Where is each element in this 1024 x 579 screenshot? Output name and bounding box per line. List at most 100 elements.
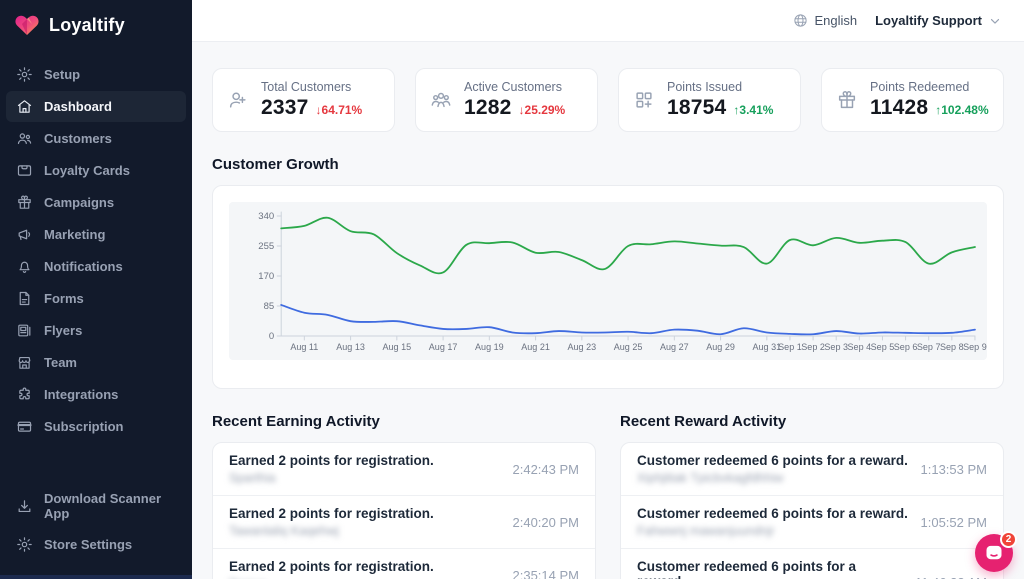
sidebar-item-label: Team xyxy=(44,355,77,370)
sidebar: Loyaltify Setup Dashboard Customers Loya… xyxy=(0,0,192,579)
bell-icon xyxy=(16,258,33,275)
gift-icon xyxy=(16,194,33,211)
document-icon xyxy=(16,290,33,307)
chat-widget-button[interactable]: 2 xyxy=(975,534,1013,572)
svg-text:Sep 6: Sep 6 xyxy=(894,342,918,352)
activity-section: Recent Earning Activity Earned 2 points … xyxy=(212,413,1004,579)
main-area: English Loyaltify Support Total Customer… xyxy=(192,0,1024,579)
activity-text: Customer redeemed 6 points for a reward. xyxy=(637,506,908,521)
stat-delta: ↓25.29% xyxy=(519,103,566,117)
sidebar-footer: Download Scanner App Store Settings xyxy=(0,480,192,575)
storefront-icon xyxy=(16,354,33,371)
sidebar-item-label: Setup xyxy=(44,67,80,82)
reward-activity-list: Customer redeemed 6 points for a reward.… xyxy=(620,442,1004,579)
svg-text:Aug 17: Aug 17 xyxy=(429,342,458,352)
sidebar-spacer xyxy=(0,447,192,480)
card-icon xyxy=(16,162,33,179)
svg-text:Aug 23: Aug 23 xyxy=(568,342,597,352)
recent-earning-title: Recent Earning Activity xyxy=(212,413,596,430)
list-item: Customer redeemed 6 points for a reward.… xyxy=(621,443,1003,496)
sidebar-item-setup[interactable]: Setup xyxy=(6,59,186,90)
sidebar-item-subscription[interactable]: Subscription xyxy=(6,411,186,442)
brand-name: Loyaltify xyxy=(49,15,125,36)
sidebar-item-label: Store Settings xyxy=(44,537,132,552)
activity-text: Customer redeemed 6 points for a reward. xyxy=(637,559,903,579)
customer-growth-line-chart: 085170255340Aug 11Aug 13Aug 15Aug 17Aug … xyxy=(229,202,987,360)
language-selector[interactable]: English xyxy=(793,13,857,28)
chevron-down-icon xyxy=(988,14,1002,28)
list-item: Customer redeemed 6 points for a reward.… xyxy=(621,496,1003,549)
sidebar-item-marketing[interactable]: Marketing xyxy=(6,219,186,250)
line-chart-svg: 085170255340Aug 11Aug 13Aug 15Aug 17Aug … xyxy=(229,202,987,360)
svg-text:Aug 31: Aug 31 xyxy=(753,342,782,352)
sidebar-item-forms[interactable]: Forms xyxy=(6,283,186,314)
loyaltify-heart-logo-icon xyxy=(14,13,40,37)
svg-text:Aug 19: Aug 19 xyxy=(475,342,504,352)
svg-text:Sep 8: Sep 8 xyxy=(940,342,964,352)
sidebar-item-campaigns[interactable]: Campaigns xyxy=(6,187,186,218)
stat-card-total-customers: Total Customers 2337 ↓64.71% xyxy=(212,68,395,132)
activity-text: Earned 2 points for registration. xyxy=(229,559,434,574)
svg-text:85: 85 xyxy=(264,301,275,312)
dashboard-content: Total Customers 2337 ↓64.71% Active Cust… xyxy=(192,42,1024,579)
top-header: English Loyaltify Support xyxy=(192,0,1024,42)
flyer-icon xyxy=(16,322,33,339)
account-menu[interactable]: Loyaltify Support xyxy=(875,13,1002,28)
activity-timestamp: 1:05:52 PM xyxy=(921,515,988,530)
home-icon xyxy=(16,98,33,115)
stat-delta: ↑102.48% xyxy=(935,103,988,117)
squares-plus-icon xyxy=(633,89,655,111)
customer-growth-title: Customer Growth xyxy=(212,156,1004,173)
gear-icon xyxy=(16,66,33,83)
svg-text:Sep 7: Sep 7 xyxy=(917,342,941,352)
puzzle-icon xyxy=(16,386,33,403)
stat-card-points-issued: Points Issued 18754 ↑3.41% xyxy=(618,68,801,132)
svg-text:Aug 21: Aug 21 xyxy=(521,342,550,352)
customer-name-redacted: Fahwwnj mawanjuundnjr xyxy=(637,524,908,538)
activity-timestamp: 1:13:53 PM xyxy=(921,462,988,477)
sidebar-item-label: Marketing xyxy=(44,227,105,242)
svg-text:Aug 25: Aug 25 xyxy=(614,342,643,352)
gift-icon xyxy=(836,89,858,111)
stats-row: Total Customers 2337 ↓64.71% Active Cust… xyxy=(212,68,1004,132)
sidebar-item-label: Loyalty Cards xyxy=(44,163,130,178)
svg-text:Aug 13: Aug 13 xyxy=(336,342,365,352)
sidebar-item-label: Integrations xyxy=(44,387,118,402)
sidebar-item-label: Campaigns xyxy=(44,195,114,210)
chat-icon xyxy=(984,543,1004,563)
customer-growth-chart-card: 085170255340Aug 11Aug 13Aug 15Aug 17Aug … xyxy=(212,185,1004,389)
sidebar-item-team[interactable]: Team xyxy=(6,347,186,378)
svg-text:Sep 2: Sep 2 xyxy=(801,342,825,352)
globe-icon xyxy=(793,13,808,28)
sidebar-item-loyalty-cards[interactable]: Loyalty Cards xyxy=(6,155,186,186)
users-icon xyxy=(16,130,33,147)
sidebar-item-label: Customers xyxy=(44,131,112,146)
stat-delta: ↓64.71% xyxy=(316,103,363,117)
sidebar-item-store-settings[interactable]: Store Settings xyxy=(6,529,186,560)
sidebar-item-dashboard[interactable]: Dashboard xyxy=(6,91,186,122)
sidebar-item-flyers[interactable]: Flyers xyxy=(6,315,186,346)
activity-timestamp: 11:46:32 AM xyxy=(915,575,987,579)
svg-text:Sep 1: Sep 1 xyxy=(778,342,802,352)
sidebar-item-notifications[interactable]: Notifications xyxy=(6,251,186,282)
sidebar-item-label: Forms xyxy=(44,291,84,306)
activity-timestamp: 2:42:43 PM xyxy=(513,462,580,477)
stat-card-active-customers: Active Customers 1282 ↓25.29% xyxy=(415,68,598,132)
sidebar-nav: Setup Dashboard Customers Loyalty Cards … xyxy=(0,55,192,447)
users-group-icon xyxy=(430,89,452,111)
stat-value: 18754 xyxy=(667,96,726,120)
sidebar-item-label: Download Scanner App xyxy=(44,491,176,521)
svg-text:340: 340 xyxy=(258,211,274,222)
sidebar-item-integrations[interactable]: Integrations xyxy=(6,379,186,410)
language-label: English xyxy=(814,13,857,28)
stat-value: 11428 xyxy=(870,96,928,120)
svg-text:Aug 27: Aug 27 xyxy=(660,342,689,352)
svg-text:Sep 9: Sep 9 xyxy=(963,342,987,352)
sidebar-item-customers[interactable]: Customers xyxy=(6,123,186,154)
stat-label: Points Issued xyxy=(667,80,773,94)
stat-value: 2337 xyxy=(261,96,309,120)
svg-text:Sep 3: Sep 3 xyxy=(824,342,848,352)
stat-value: 1282 xyxy=(464,96,512,120)
activity-timestamp: 2:35:14 PM xyxy=(513,568,580,579)
sidebar-item-download-scanner-app[interactable]: Download Scanner App xyxy=(6,484,186,528)
